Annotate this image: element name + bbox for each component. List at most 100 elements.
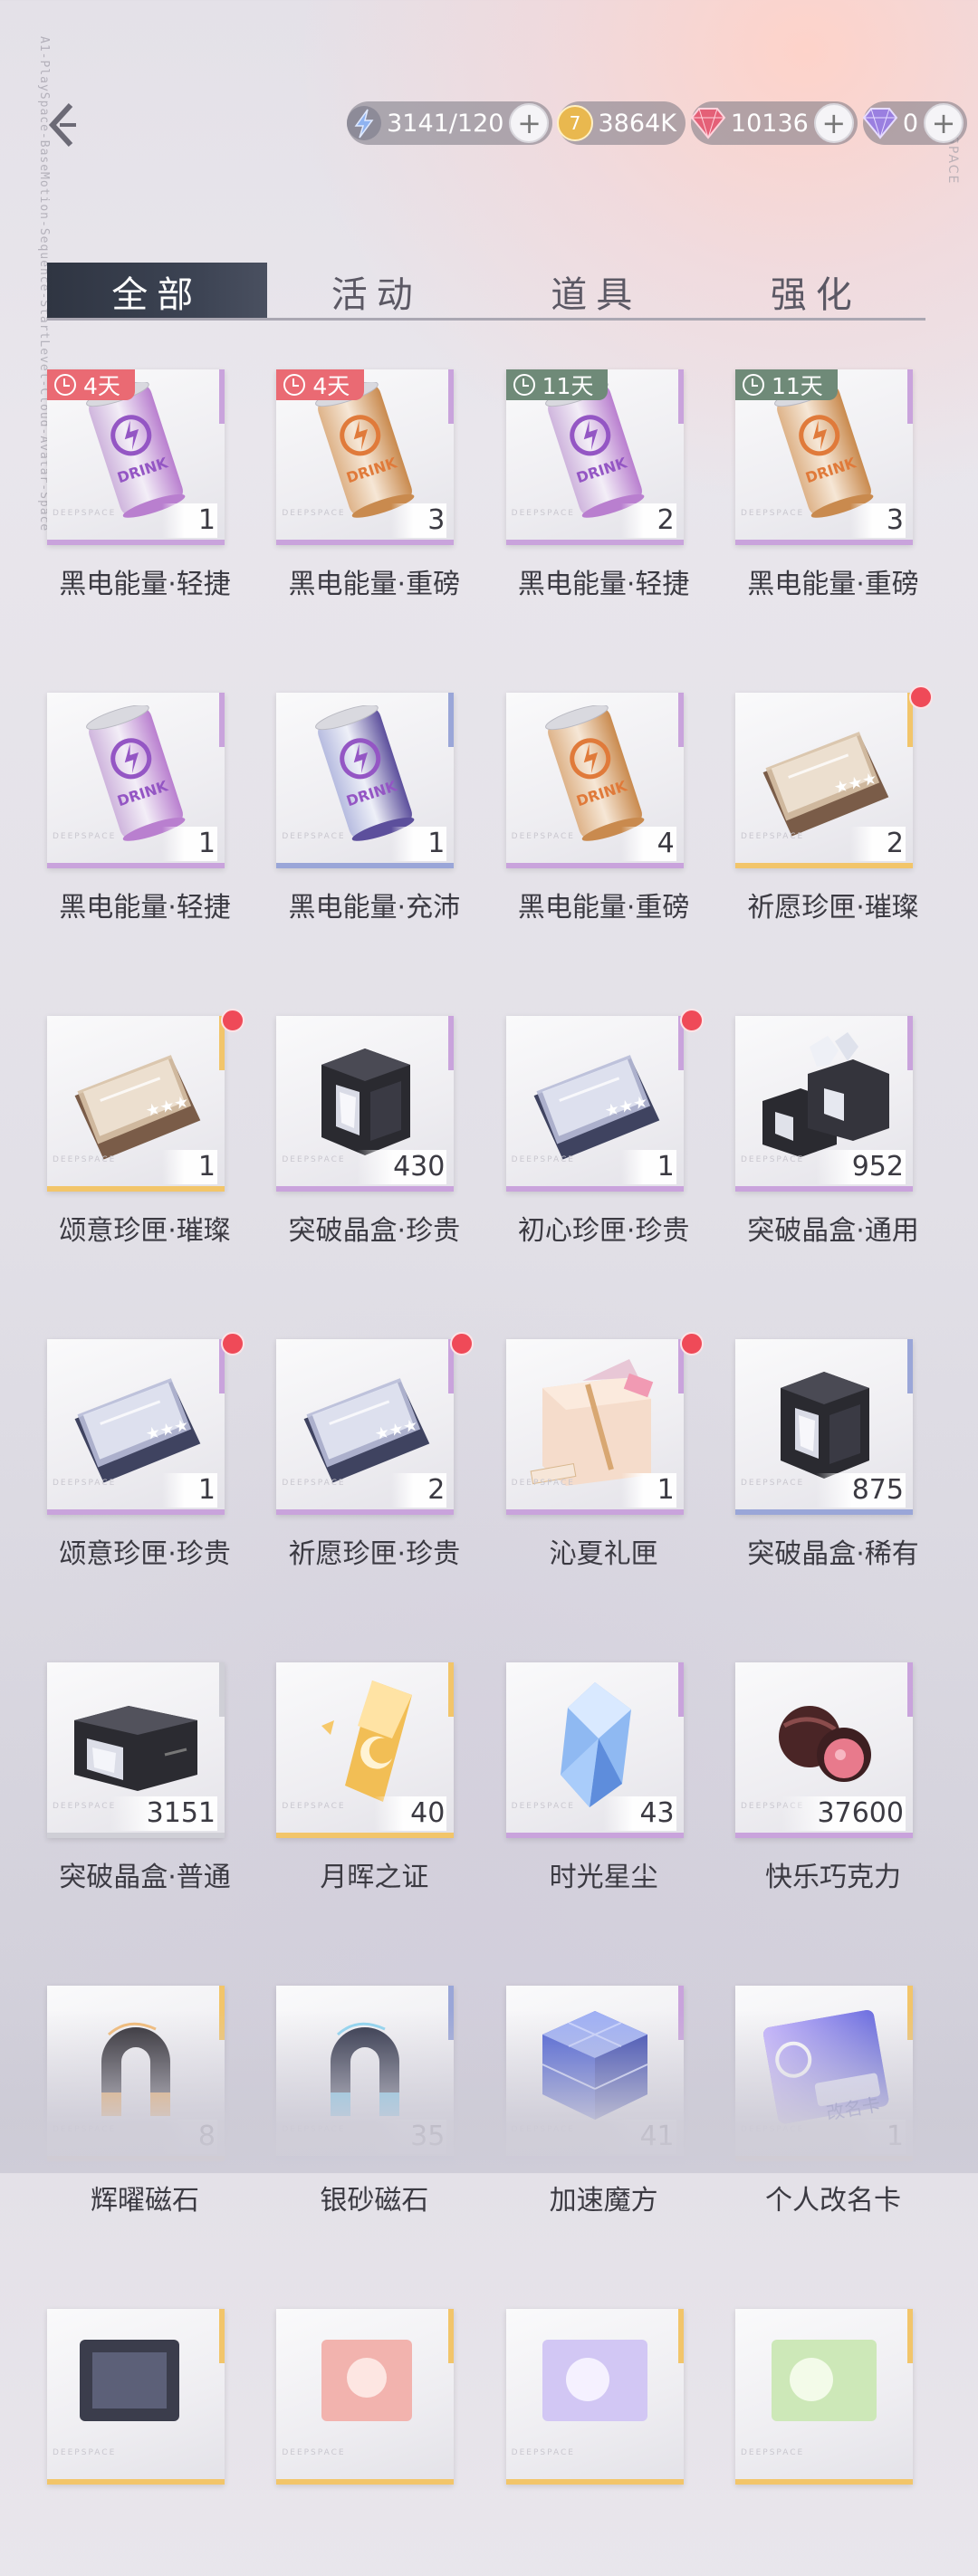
- item-name: 颂意珍匣·珍贵: [59, 1538, 231, 1570]
- rarity-bar: [734, 1186, 913, 1192]
- item-card: DEEPSPACE 37600: [734, 1662, 913, 1838]
- item-name: 时光星尘: [549, 1862, 658, 1893]
- inventory-item[interactable]: DRINK DEEPSPACE 4 黑电能量·重磅: [495, 693, 713, 924]
- rarity-tag: [906, 369, 913, 424]
- item-name: 快乐巧克力: [764, 1862, 901, 1893]
- add-purple-diamond-button[interactable]: +: [924, 103, 964, 143]
- rarity-tag: [906, 2309, 913, 2363]
- inventory-item[interactable]: DRINK DEEPSPACE 3 11天 黑电能量·重磅: [724, 369, 942, 601]
- rarity-bar: [734, 2479, 913, 2485]
- inventory-item[interactable]: DRINK DEEPSPACE 3 4天 黑电能量·重磅: [265, 369, 483, 601]
- rarity-bar: [276, 1833, 455, 1838]
- item-count: 4: [620, 827, 676, 861]
- brand-label: DEEPSPACE: [53, 1479, 117, 1488]
- item-name: 月晖之证: [320, 1862, 429, 1893]
- new-notification-dot: [908, 685, 933, 709]
- inventory-item[interactable]: DEEPSPACE 1 沁夏礼匣: [495, 1332, 713, 1571]
- clock-icon: [742, 374, 764, 396]
- item-name: 银砂磁石: [320, 2185, 429, 2217]
- item-card: DEEPSPACE 40: [276, 1662, 455, 1838]
- expiry-timer: 4天: [276, 369, 365, 400]
- brand-label: DEEPSPACE: [53, 1155, 117, 1164]
- rarity-bar: [505, 540, 684, 545]
- rarity-tag: [906, 1339, 913, 1393]
- item-card: ★★★ DEEPSPACE 2: [276, 1339, 455, 1515]
- inventory-item[interactable]: DEEPSPACE 43 时光星尘: [495, 1662, 713, 1894]
- rarity-tag: [906, 1016, 913, 1070]
- item-count: 1: [161, 1473, 217, 1508]
- new-notification-dot: [221, 1332, 244, 1355]
- item-count: 2: [849, 827, 906, 861]
- inventory-item[interactable]: DRINK DEEPSPACE 1 黑电能量·充沛: [265, 693, 483, 924]
- inventory-item[interactable]: ★★★ DEEPSPACE 2 祈愿珍匣·璀璨: [724, 685, 942, 924]
- inventory-item[interactable]: ★★★ DEEPSPACE 1 颂意珍匣·璀璨: [36, 1009, 254, 1248]
- back-button[interactable]: [40, 98, 85, 152]
- stamina-bolt-icon: [343, 102, 385, 144]
- expiry-days: 4天: [83, 373, 120, 399]
- rarity-tag: [219, 369, 225, 424]
- item-count: 37600: [781, 1796, 906, 1831]
- brand-label: DEEPSPACE: [740, 832, 805, 841]
- brand-label: DEEPSPACE: [511, 1155, 575, 1164]
- brand-label: DEEPSPACE: [282, 1155, 346, 1164]
- tab-enhance[interactable]: 强化: [706, 263, 926, 321]
- item-card: DEEPSPACE: [276, 2309, 455, 2485]
- rarity-tag: [448, 693, 455, 747]
- inventory-item[interactable]: DEEPSPACE 3151 突破晶盒·普通: [36, 1662, 254, 1894]
- item-card: DRINK DEEPSPACE 4: [505, 693, 684, 868]
- purple-diamond-value: 0: [902, 109, 918, 138]
- inventory-item[interactable]: ★★★ DEEPSPACE 1 初心珍匣·珍贵: [495, 1009, 713, 1248]
- add-red-diamond-button[interactable]: +: [813, 103, 854, 143]
- inventory-item[interactable]: DEEPSPACE 875 突破晶盒·稀有: [724, 1339, 942, 1571]
- inventory-item[interactable]: DEEPSPACE 952 突破晶盒·通用: [724, 1016, 942, 1248]
- item-card: ★★★ DEEPSPACE 2: [734, 693, 913, 868]
- purple-diamond-icon: [859, 102, 901, 144]
- tabs-underline: [47, 318, 925, 321]
- inventory-item[interactable]: DRINK DEEPSPACE 1 4天 黑电能量·轻捷: [36, 369, 254, 601]
- tab-all[interactable]: 全部: [47, 263, 267, 321]
- rarity-tag: [448, 1016, 455, 1070]
- item-card: DRINK DEEPSPACE 1 4天: [47, 369, 225, 545]
- brand-label: DEEPSPACE: [282, 832, 346, 841]
- item-row: ★★★ DEEPSPACE 1 颂意珍匣·珍贵 ★★★ DEEPSPACE 2 祈愿珍匣…: [36, 1332, 942, 1571]
- rarity-bar: [47, 540, 225, 545]
- brand-label: DEEPSPACE: [511, 509, 575, 518]
- brand-label: DEEPSPACE: [282, 1479, 346, 1488]
- item-name: 沁夏礼匣: [549, 1538, 658, 1570]
- item-card: DEEPSPACE: [734, 2309, 913, 2485]
- rarity-bar: [734, 1509, 913, 1515]
- item-count: 3: [849, 503, 906, 538]
- tab-props[interactable]: 道具: [486, 263, 706, 321]
- item-card: DEEPSPACE 43: [505, 1662, 684, 1838]
- brand-label: DEEPSPACE: [53, 1802, 117, 1811]
- inventory-item[interactable]: DEEPSPACE: [495, 2309, 713, 2485]
- inventory-item[interactable]: DRINK DEEPSPACE 2 11天 黑电能量·轻捷: [495, 369, 713, 601]
- clock-icon: [513, 374, 535, 396]
- item-name: 突破晶盒·稀有: [747, 1538, 919, 1570]
- inventory-item[interactable]: DEEPSPACE: [265, 2309, 483, 2485]
- item-card: DEEPSPACE: [505, 2309, 684, 2485]
- inventory-item[interactable]: DEEPSPACE 40 月晖之证: [265, 1662, 483, 1894]
- rarity-bar: [276, 863, 455, 868]
- item-name: 祈愿珍匣·璀璨: [747, 892, 919, 924]
- inventory-item[interactable]: DEEPSPACE 37600 快乐巧克力: [724, 1662, 942, 1894]
- inventory-item[interactable]: DRINK DEEPSPACE 1 黑电能量·轻捷: [36, 693, 254, 924]
- item-grid: DRINK DEEPSPACE 1 4天 黑电能量·轻捷 DRINK DEEPS…: [36, 369, 942, 2576]
- rarity-bar: [276, 540, 455, 545]
- inventory-item[interactable]: DEEPSPACE 430 突破晶盒·珍贵: [265, 1016, 483, 1248]
- rarity-bar: [276, 2479, 455, 2485]
- item-count: 43: [603, 1796, 676, 1831]
- svg-text:7: 7: [570, 112, 581, 134]
- inventory-item[interactable]: DEEPSPACE: [724, 2309, 942, 2485]
- add-stamina-button[interactable]: +: [509, 103, 550, 143]
- brand-label: DEEPSPACE: [53, 2448, 117, 2457]
- rarity-bar: [505, 1833, 684, 1838]
- rarity-bar: [47, 1186, 225, 1192]
- inventory-item[interactable]: ★★★ DEEPSPACE 1 颂意珍匣·珍贵: [36, 1332, 254, 1571]
- inventory-item[interactable]: ★★★ DEEPSPACE 2 祈愿珍匣·珍贵: [265, 1332, 483, 1571]
- inventory-item[interactable]: DEEPSPACE: [36, 2309, 254, 2485]
- rarity-tag: [677, 1662, 684, 1717]
- item-count: 1: [620, 1150, 676, 1184]
- tab-events[interactable]: 活动: [267, 263, 487, 321]
- brand-label: DEEPSPACE: [511, 1802, 575, 1811]
